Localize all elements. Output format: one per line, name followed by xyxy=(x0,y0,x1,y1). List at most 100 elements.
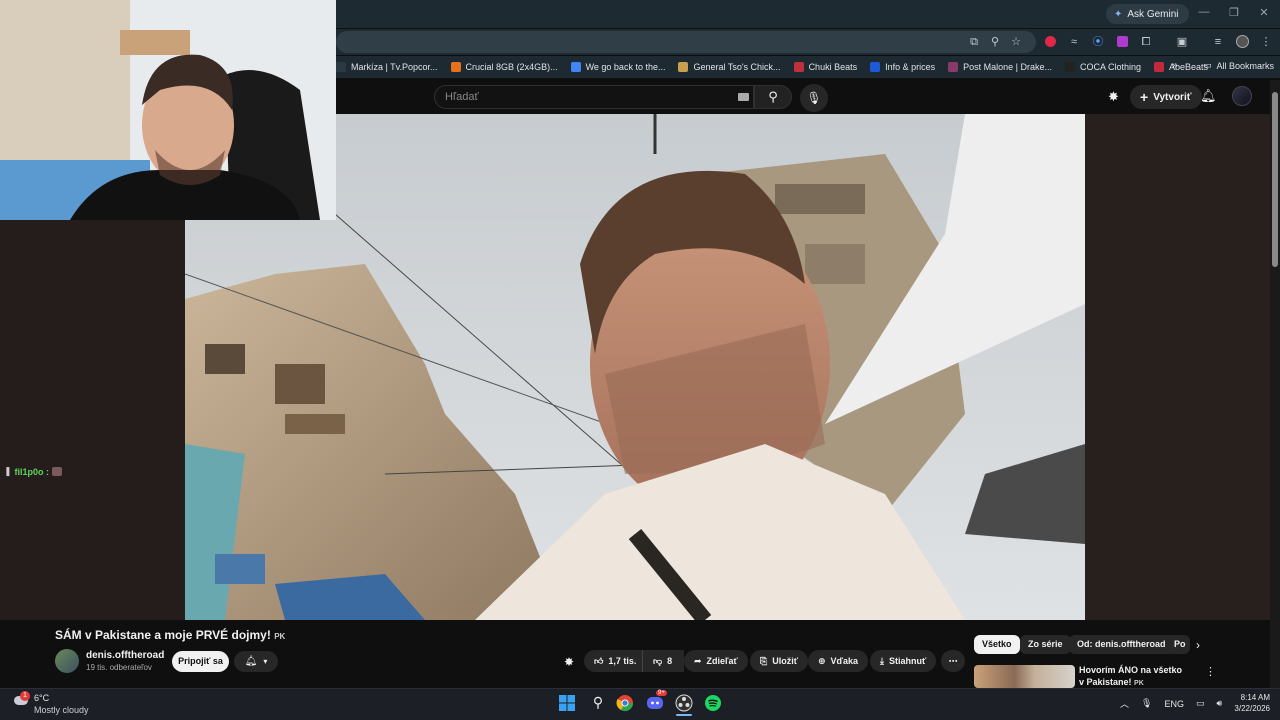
voice-search-button[interactable]: 🎙︎ xyxy=(800,84,828,112)
bookmark-item[interactable]: COCA Clothing xyxy=(1065,62,1141,72)
extensions-puzzle-icon[interactable]: ⧠ xyxy=(1138,34,1154,50)
chip-series[interactable]: Zo série xyxy=(1020,635,1071,654)
extension-purple-icon[interactable] xyxy=(1114,34,1130,50)
weather-condition-text: Mostly cloudy xyxy=(34,705,89,715)
bookmarks-overflow-icon[interactable]: » xyxy=(1172,60,1178,71)
language-indicator[interactable]: ENG xyxy=(1164,699,1184,709)
dislike-button[interactable]: 👎︎ 8 xyxy=(642,650,682,672)
download-icon: ⤓ xyxy=(880,655,884,666)
discord-badge: 9+ xyxy=(656,690,667,696)
thanks-button[interactable]: ⊕ Vďaka xyxy=(808,650,869,672)
bookmark-item[interactable]: Info & prices xyxy=(870,62,935,72)
premium-sparkle-action-icon[interactable]: ✸ xyxy=(564,655,574,669)
zoom-icon[interactable]: ⚲ xyxy=(987,34,1003,50)
coca-icon xyxy=(1065,62,1075,72)
channel-name[interactable]: denis.offtheroad xyxy=(86,650,164,661)
taskbar-search-icon[interactable]: ⚲ xyxy=(588,694,608,714)
bookmark-label: Crucial 8GB (2x4GB)... xyxy=(465,62,558,72)
obs-taskbar-icon[interactable] xyxy=(675,694,695,714)
channel-avatar[interactable] xyxy=(55,649,79,673)
bookmark-item[interactable]: Markíza | Tv.Popcor... xyxy=(336,62,438,72)
bookmark-item[interactable]: Post Malone | Drake... xyxy=(948,62,1052,72)
scrollbar-thumb[interactable] xyxy=(1272,92,1278,267)
bookmark-label: COCA Clothing xyxy=(1080,62,1142,72)
taskbar-clock[interactable]: 8:14 AM 3/22/2026 xyxy=(1226,692,1270,714)
chip-all[interactable]: Všetko xyxy=(974,635,1020,654)
chips-next-chevron-icon[interactable]: › xyxy=(1196,638,1200,652)
thanks-label: Vďaka xyxy=(830,656,859,666)
webcam-overlay xyxy=(0,0,336,220)
discord-taskbar-icon[interactable]: 9+ xyxy=(646,690,667,714)
search-button[interactable]: ⚲ xyxy=(754,85,792,109)
join-button[interactable]: Pripojiť sa xyxy=(172,651,229,672)
restore-window-icon[interactable]: ❐ xyxy=(1226,6,1242,19)
clock-time: 8:14 AM xyxy=(1240,693,1270,702)
bookmark-label: Chuki Beats xyxy=(808,62,858,72)
microphone-tray-icon[interactable]: 🎙︎ xyxy=(1141,698,1152,709)
windows-start-icon[interactable] xyxy=(558,694,578,714)
save-button[interactable]: ⎘ Uložiť xyxy=(750,650,809,672)
crucial-icon xyxy=(450,62,461,72)
keyboard-icon[interactable] xyxy=(738,93,749,101)
bookmark-item[interactable]: Chuki Beats xyxy=(793,62,858,72)
bookmark-star-icon[interactable]: ☆ xyxy=(1008,34,1024,50)
more-icon: ⋯ xyxy=(948,655,958,666)
stream-chat-message: ❚ fil1p0o : xyxy=(4,466,63,477)
weather-alert-badge: 1 xyxy=(20,691,30,701)
chat-emote-icon xyxy=(52,467,63,476)
extension-red-icon[interactable] xyxy=(1042,34,1058,50)
subscriber-count: 19 tis. odberateľov xyxy=(86,663,152,672)
search-input[interactable]: Hľadať xyxy=(434,85,754,109)
premium-sparkle-icon[interactable]: ✸ xyxy=(1108,89,1119,105)
address-bar[interactable] xyxy=(336,31,1036,53)
chip-overflow[interactable]: Po xyxy=(1166,635,1190,654)
network-icon[interactable]: ▭ xyxy=(1196,698,1205,709)
bookmark-item[interactable]: Crucial 8GB (2x4GB)... xyxy=(450,62,558,72)
bookmark-item[interactable]: General Tso's Chick... xyxy=(678,62,781,72)
chip-from-channel[interactable]: Od: denis.offtheroad xyxy=(1069,635,1174,654)
video-title-text: SÁM v Pakistane a moje PRVÉ dojmy! xyxy=(55,628,271,642)
like-count: 1,7 tis. xyxy=(608,656,637,666)
bookmark-label: Info & prices xyxy=(885,62,936,72)
extension-blue-icon[interactable]: ⦿ xyxy=(1090,34,1106,50)
tray-overflow-chevron-icon[interactable]: ︿ xyxy=(1120,697,1129,710)
chrome-menu-icon[interactable]: ⋮ xyxy=(1258,34,1274,50)
video-title: SÁM v Pakistane a moje PRVÉ dojmy! PK xyxy=(55,628,285,642)
bookmark-label: Markíza | Tv.Popcor... xyxy=(351,62,438,72)
microphone-icon: 🎙︎ xyxy=(806,91,822,105)
gemini-sparkle-icon: ✦ xyxy=(1114,8,1123,20)
close-window-icon[interactable]: ✕ xyxy=(1256,6,1272,19)
account-avatar[interactable] xyxy=(1232,86,1252,106)
video-title-flag: PK xyxy=(274,632,286,641)
recommended-thumbnail[interactable] xyxy=(974,665,1075,688)
minimize-window-icon[interactable]: — xyxy=(1196,6,1212,18)
extension-wave-icon[interactable]: ≈ xyxy=(1066,34,1082,50)
side-panel-icon[interactable]: ▣ xyxy=(1174,34,1190,50)
clock-date: 3/22/2026 xyxy=(1234,704,1270,713)
b-icon xyxy=(870,62,881,72)
chevron-down-icon: ▾ xyxy=(263,657,268,666)
bookmark-item[interactable]: We go back to the... xyxy=(570,62,665,72)
share-button[interactable]: ➦ Zdieľať xyxy=(684,650,748,672)
recommended-flag: PK xyxy=(1134,680,1144,687)
notifications-bell-icon[interactable]: 🔔︎ xyxy=(1200,88,1217,104)
more-actions-button[interactable]: ⋯ xyxy=(941,650,965,672)
abebeats-icon xyxy=(1154,62,1165,72)
spotify-taskbar-icon[interactable] xyxy=(704,694,724,714)
cloudy-weather-icon[interactable]: 1 xyxy=(12,691,30,707)
chrome-taskbar-icon[interactable] xyxy=(616,694,636,714)
subscription-bell-button[interactable]: 🔔︎ ▾ xyxy=(234,651,278,672)
recommended-title[interactable]: Hovorím ÁNO na všetko v Pakistane! PK xyxy=(1079,664,1189,690)
ask-gemini-button[interactable]: ✦ Ask Gemini xyxy=(1106,4,1189,24)
windows-taskbar xyxy=(0,688,1280,720)
bookmark-item[interactable]: AbeBeats xyxy=(1154,62,1208,72)
all-bookmarks-button[interactable]: ▭ All Bookmarks xyxy=(1203,60,1274,71)
download-label: Stiahnuť xyxy=(888,656,927,666)
profile-avatar[interactable] xyxy=(1234,34,1250,50)
volume-icon[interactable]: 🔊︎ xyxy=(1216,698,1222,709)
download-button[interactable]: ⤓ Stiahnuť xyxy=(870,650,937,672)
cast-icon[interactable]: ⧉ xyxy=(966,34,982,50)
recommended-menu-icon[interactable]: ⋮ xyxy=(1205,665,1216,678)
media-controls-icon[interactable]: ≡ xyxy=(1210,34,1226,50)
create-button[interactable]: + Vytvoriť xyxy=(1130,85,1202,109)
